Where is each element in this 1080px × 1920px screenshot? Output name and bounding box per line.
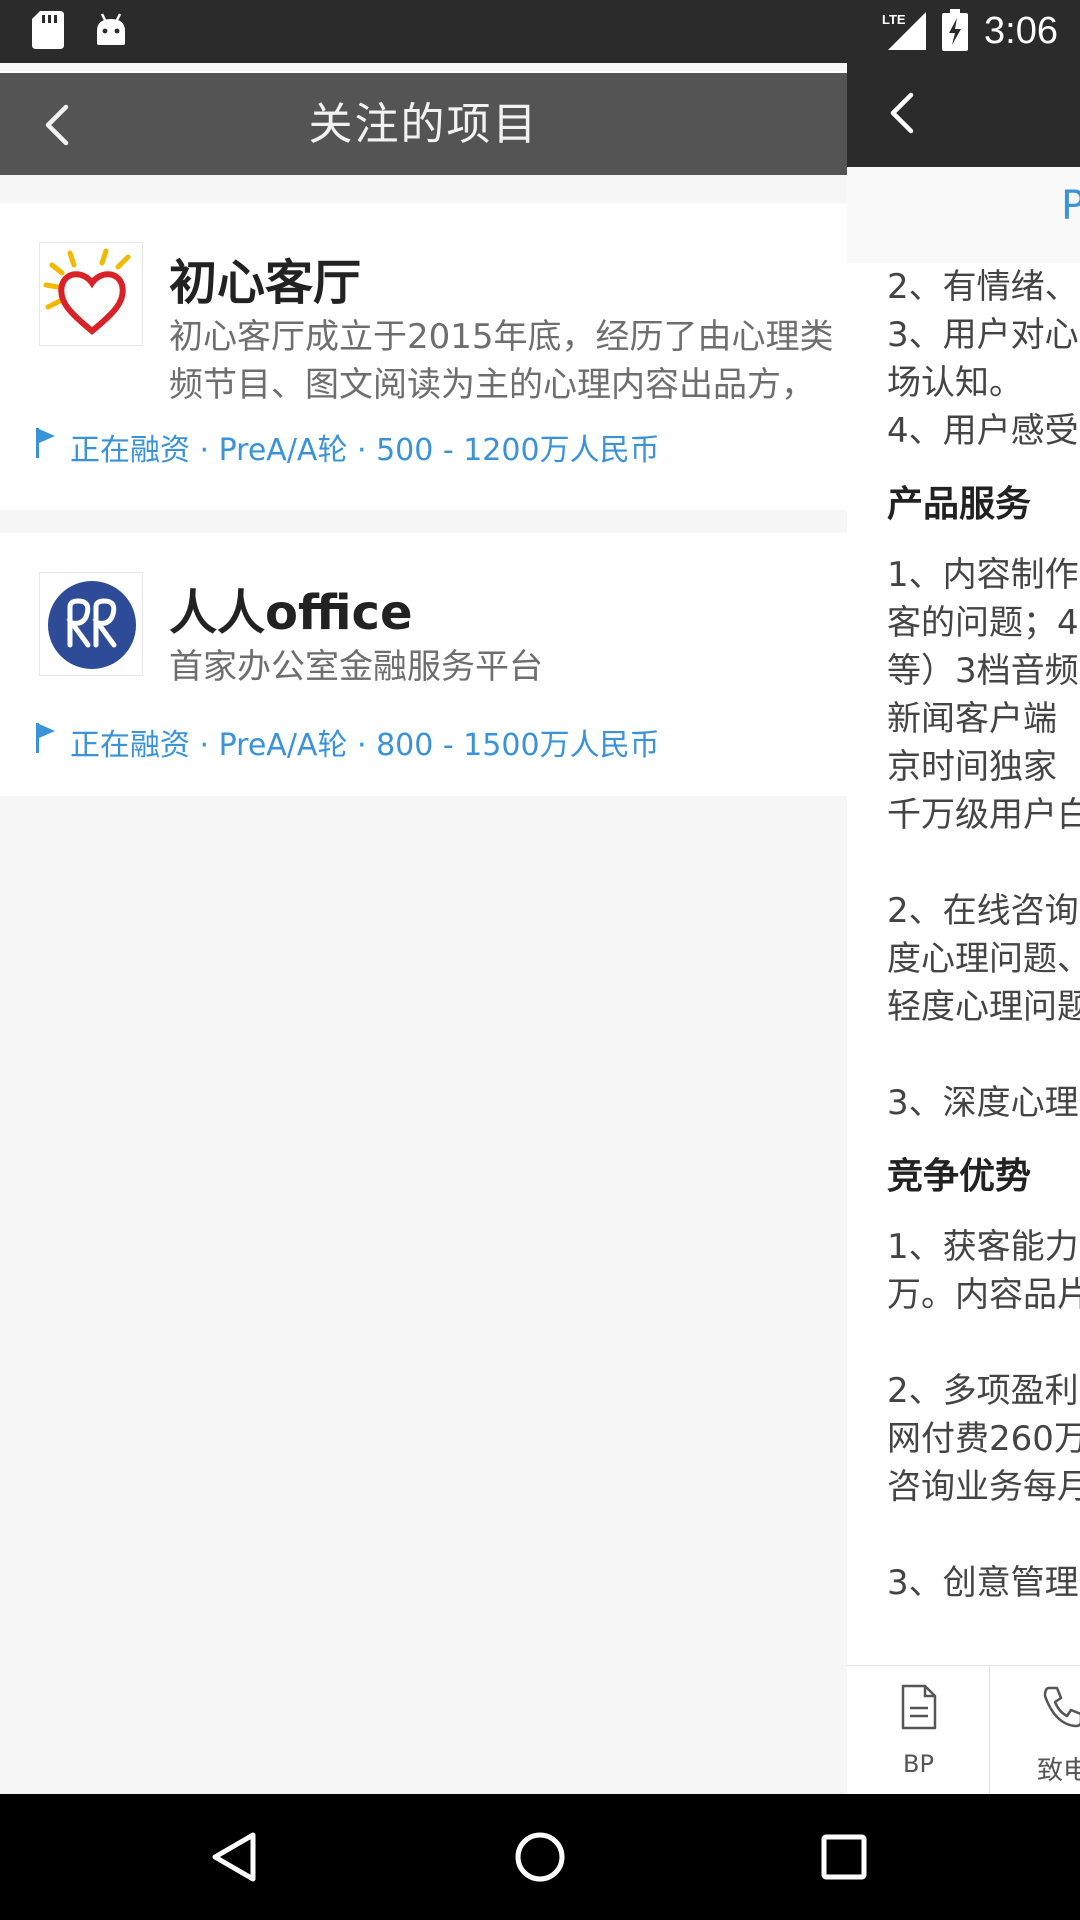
- left-top-bar: 关注的项目: [0, 71, 847, 175]
- project-name: 初心客厅: [169, 255, 362, 311]
- chuxin-logo: [39, 242, 143, 346]
- funding-info: 正在融资 · PreA/A轮 · 500 - 1200万人民币: [36, 425, 660, 469]
- content-line: 客的问题；4: [887, 603, 1079, 643]
- content-line: 1、内容制作: [887, 555, 1079, 595]
- content-line: 3、创意管理: [887, 1563, 1079, 1603]
- content-line: 2、有情绪、: [887, 267, 1079, 307]
- project-card[interactable]: 人人office 首家办公室金融服务平台 正在融资 · PreA/A轮 · 80…: [0, 533, 847, 796]
- flag-icon: [36, 723, 56, 761]
- phone-icon: [1041, 1684, 1080, 1732]
- content-line: 万。内容品片: [887, 1275, 1080, 1315]
- bp-label: BP: [903, 1750, 934, 1778]
- funding-text: 正在融资 · PreA/A轮 · 800 - 1500万人民币: [70, 728, 660, 763]
- content-line: 3、深度心理: [887, 1083, 1079, 1123]
- content-line: 网付费260万: [887, 1419, 1080, 1459]
- call-label: 致电: [1037, 1756, 1080, 1786]
- call-button[interactable]: 致电: [991, 1666, 1080, 1794]
- section-heading: 产品服务: [887, 484, 1032, 525]
- project-detail-page: P 2、有情绪、 3、用户对心 场认知。 4、用户感受 产品服务 1、内容制作 …: [847, 63, 1080, 1794]
- content-line: 2、在线咨询: [887, 891, 1079, 931]
- detail-bottom-bar: BP 致电: [847, 1665, 1080, 1794]
- page-title: 关注的项目: [308, 99, 539, 150]
- battery-charging-icon: [942, 8, 969, 55]
- lte-signal-icon: LTE: [882, 10, 927, 54]
- content-line: 1、获客能力: [887, 1227, 1079, 1267]
- nav-recents-icon[interactable]: [814, 1827, 874, 1887]
- tab-label[interactable]: P: [1061, 183, 1080, 229]
- renren-office-logo: [39, 572, 143, 676]
- detail-content: 2、有情绪、 3、用户对心 场认知。 4、用户感受 产品服务 1、内容制作 客的…: [887, 263, 1080, 1607]
- project-description: 初心客厅成立于2015年底，经历了由心理类 频节目、图文阅读为主的心理内容出品方…: [169, 313, 847, 409]
- content-line: 等）3档音频: [887, 651, 1079, 691]
- description-line: 初心客厅成立于2015年底，经历了由心理类: [169, 317, 834, 357]
- right-top-bar: [847, 63, 1080, 167]
- content-line: 2、多项盈利: [887, 1371, 1079, 1411]
- section-heading: 竞争优势: [887, 1156, 1032, 1197]
- document-icon: [899, 1684, 939, 1734]
- bp-button[interactable]: BP: [847, 1666, 990, 1794]
- description-line: 首家办公室金融服务平台: [169, 647, 543, 687]
- funding-info: 正在融资 · PreA/A轮 · 800 - 1500万人民币: [36, 720, 660, 764]
- flag-icon: [36, 428, 56, 466]
- detail-tab-bar: P: [847, 167, 1080, 263]
- project-name: 人人office: [169, 585, 413, 641]
- project-card[interactable]: 初心客厅 初心客厅成立于2015年底，经历了由心理类 频节目、图文阅读为主的心理…: [0, 203, 847, 510]
- content-line: 3、用户对心: [887, 315, 1079, 355]
- content-line: 4、用户感受: [887, 411, 1079, 451]
- content-line: 度心理问题、: [887, 939, 1080, 979]
- android-icon: [94, 13, 128, 51]
- content-line: 场认知。: [887, 363, 1023, 403]
- svg-text:LTE: LTE: [882, 12, 906, 27]
- status-bar: LTE 3:06: [0, 0, 1080, 63]
- content-line: 轻度心理问题: [887, 987, 1080, 1027]
- nav-home-icon[interactable]: [510, 1827, 570, 1887]
- content-line: 咨询业务每月: [887, 1467, 1080, 1507]
- back-arrow-icon[interactable]: [877, 87, 929, 139]
- content-line: 京时间独家: [887, 747, 1057, 787]
- description-line: 频节目、图文阅读为主的心理内容出品方，: [169, 365, 815, 405]
- project-description: 首家办公室金融服务平台: [169, 643, 847, 691]
- funding-text: 正在融资 · PreA/A轮 · 500 - 1200万人民币: [70, 433, 660, 468]
- content-line: 新闻客户端: [887, 699, 1057, 739]
- sd-card-icon: [32, 11, 64, 53]
- content-line: 千万级用户白: [887, 795, 1080, 835]
- system-nav-bar: [0, 1794, 1080, 1920]
- followed-projects-page: 关注的项目 初心客厅 初心客厅成立于2015年底，经历了由心理类 频节目、图文阅…: [0, 63, 847, 1794]
- status-time: 3:06: [984, 10, 1058, 52]
- nav-back-icon[interactable]: [205, 1827, 265, 1887]
